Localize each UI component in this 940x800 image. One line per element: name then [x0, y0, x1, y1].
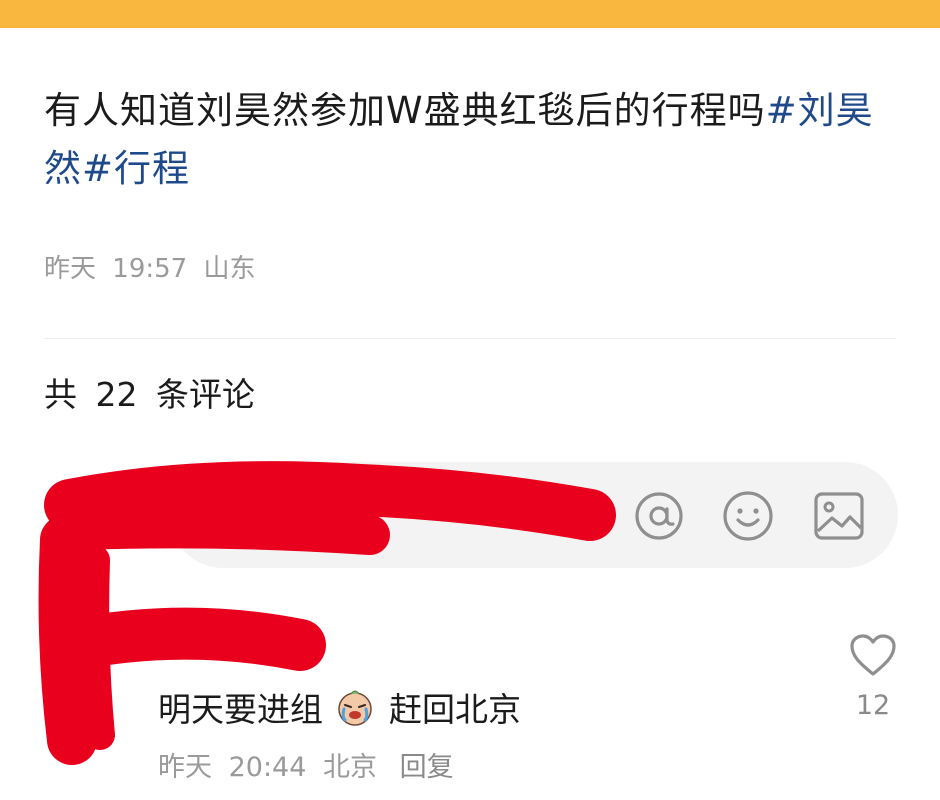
- comment-count-suffix: 条评论: [156, 375, 255, 414]
- post-meta: 昨天 19:57 山东: [44, 248, 256, 285]
- comment-count-number: 22: [95, 375, 138, 414]
- crying-emoji-icon: [338, 690, 372, 726]
- post-time: 19:57: [112, 254, 188, 284]
- comment-count-prefix: 共: [44, 375, 77, 414]
- comment-meta: 昨天 20:44 北京 回复: [158, 745, 454, 784]
- comment-input[interactable]: [170, 462, 898, 568]
- comment-time: 20:44: [228, 752, 307, 783]
- heart-icon[interactable]: [848, 632, 898, 678]
- image-icon[interactable]: [812, 489, 866, 543]
- emoji-icon[interactable]: [721, 489, 775, 543]
- comment-text: 明天要进组 赶回北京: [158, 683, 521, 731]
- divider: [44, 338, 896, 339]
- hashtag-link[interactable]: 行程: [114, 147, 190, 190]
- post-date: 昨天: [44, 254, 97, 284]
- comment-date: 昨天: [158, 752, 212, 783]
- like-count: 12: [855, 690, 891, 721]
- comment-location: 北京: [323, 752, 377, 783]
- top-bar: [0, 0, 940, 28]
- reply-button[interactable]: 回复: [400, 752, 454, 783]
- post-content: 有人知道刘昊然参加W盛典红毯后的行程吗#刘昊然#行程: [44, 82, 894, 198]
- comment-text-part: 赶回北京: [389, 690, 521, 729]
- post-location: 山东: [203, 254, 256, 284]
- comment-text-part: 明天要进组: [158, 690, 323, 729]
- comment-count-header: 共 22 条评论: [44, 368, 255, 416]
- at-icon[interactable]: [632, 489, 686, 543]
- post-detail-page: 有人知道刘昊然参加W盛典红毯后的行程吗#刘昊然#行程 昨天 19:57 山东 共…: [0, 0, 940, 800]
- post-text: 有人知道刘昊然参加W盛典红毯后的行程吗: [44, 89, 766, 132]
